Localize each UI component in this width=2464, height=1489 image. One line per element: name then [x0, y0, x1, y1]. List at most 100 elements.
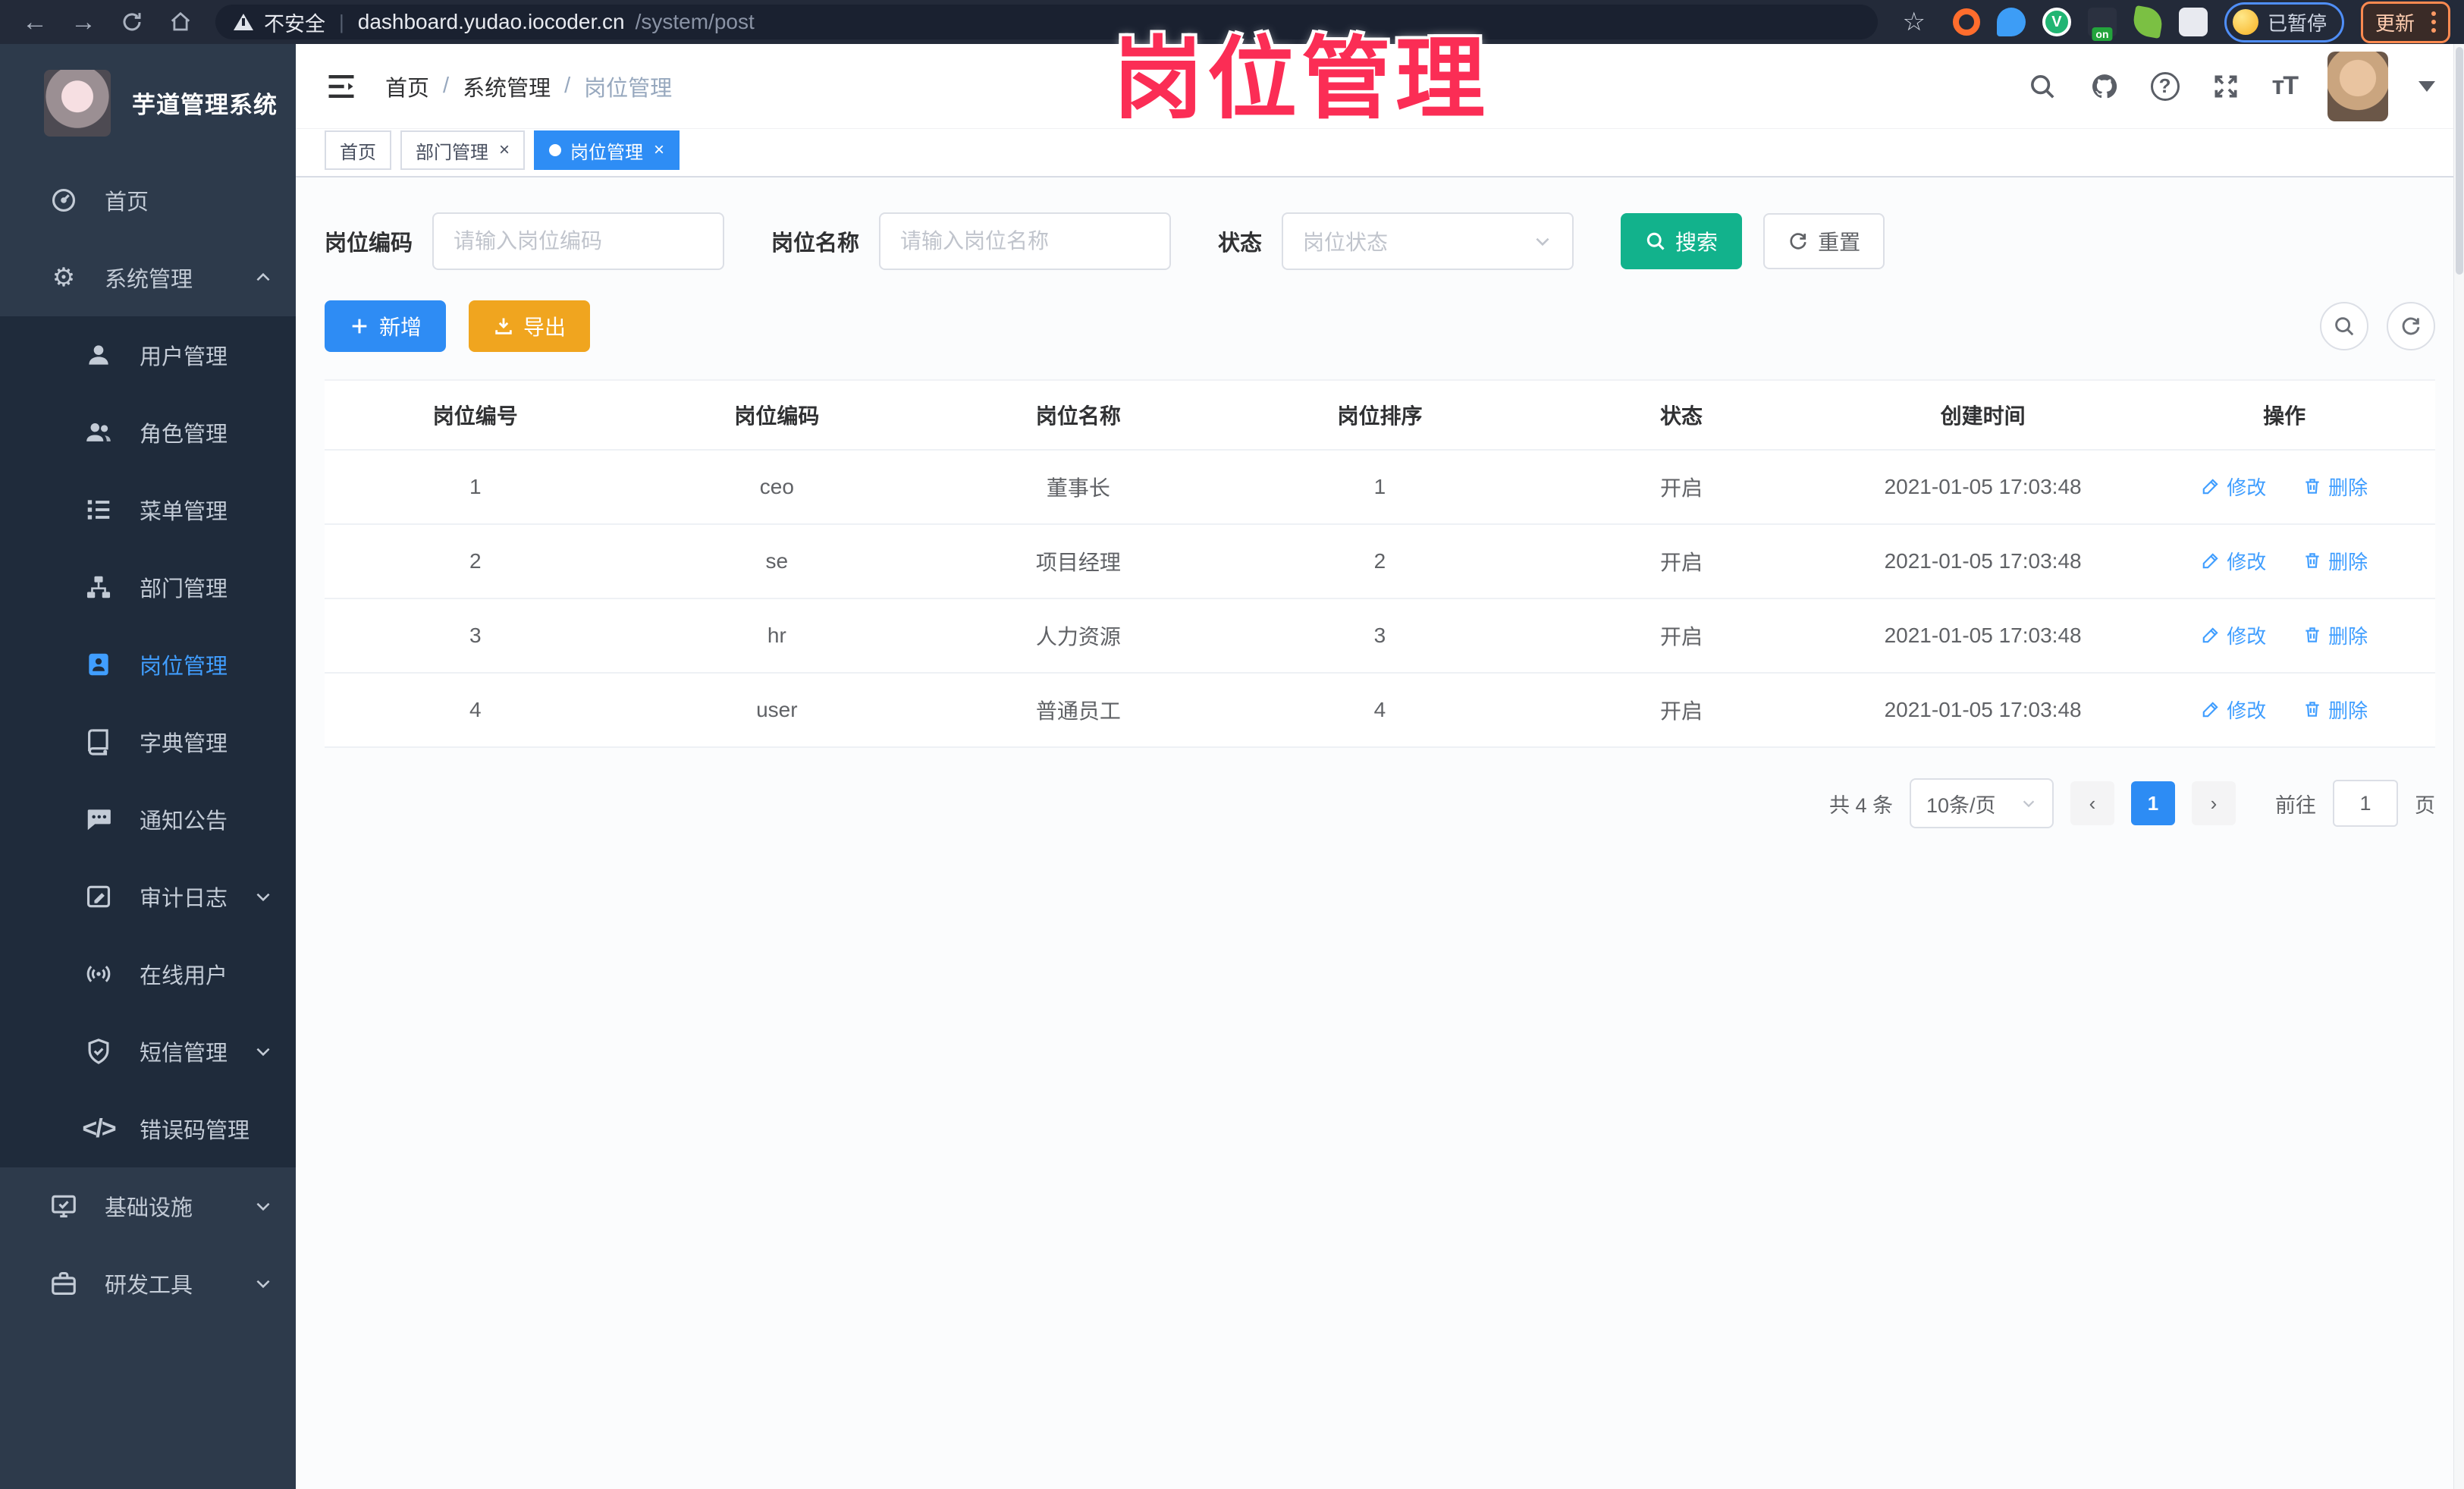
scrollbar[interactable]: [2453, 44, 2464, 1489]
sidebar-item-label: 字典管理: [140, 732, 228, 756]
extension-leaf-icon[interactable]: [2130, 5, 2164, 39]
users-icon: [83, 417, 114, 448]
help-icon[interactable]: ?: [2150, 71, 2180, 101]
sidebar-item-role-mgmt[interactable]: 角色管理: [0, 394, 296, 471]
font-size-icon[interactable]: ᴛT: [2272, 71, 2299, 101]
extension-vue-devtools-icon[interactable]: V: [2042, 8, 2071, 36]
trash-icon: [2305, 479, 2319, 494]
tab-label: 首页: [340, 142, 376, 163]
reload-icon[interactable]: [111, 5, 153, 39]
page-size-value: 10条/页: [1926, 793, 1996, 817]
sidebar-item-error-code[interactable]: </> 错误码管理: [0, 1090, 296, 1167]
cell-created: 2021-01-05 17:03:48: [1832, 598, 2134, 674]
show-search-circle-button[interactable]: [2320, 302, 2368, 350]
sidebar-item-notice[interactable]: 通知公告: [0, 781, 296, 858]
reset-button[interactable]: 重置: [1763, 213, 1885, 269]
sidebar-item-infrastructure[interactable]: 基础设施: [0, 1167, 296, 1245]
sidebar-item-sms-mgmt[interactable]: 短信管理: [0, 1013, 296, 1090]
refresh-circle-button[interactable]: [2387, 302, 2435, 350]
url-path[interactable]: /system/post: [636, 10, 755, 34]
extension-orange-ring-icon[interactable]: [1952, 8, 1980, 36]
sidebar-item-dev-tools[interactable]: 研发工具: [0, 1245, 296, 1322]
hamburger-icon[interactable]: [325, 70, 358, 103]
page-1-button[interactable]: 1: [2131, 781, 2175, 825]
bookmark-star-icon[interactable]: ☆: [1891, 7, 1935, 37]
user-avatar[interactable]: [2327, 51, 2388, 121]
delete-link[interactable]: 删除: [2302, 621, 2368, 649]
tags-view-bar: 首页 部门管理 × 岗位管理 ×: [296, 129, 2464, 177]
scrollbar-thumb[interactable]: [2455, 47, 2463, 275]
delete-link[interactable]: 删除: [2302, 696, 2368, 724]
goto-page-input[interactable]: [2333, 780, 2398, 827]
sidebar-item-label: 审计日志: [140, 887, 228, 911]
tab-dept-mgmt[interactable]: 部门管理 ×: [400, 130, 526, 170]
next-page-button[interactable]: ›: [2192, 781, 2236, 825]
org-tree-icon: [83, 572, 114, 602]
sidebar-item-online-users[interactable]: 在线用户: [0, 935, 296, 1013]
pagination: 共 4 条 10条/页 ‹ 1 › 前往 页: [325, 778, 2435, 828]
extension-on-badge: on: [2092, 27, 2113, 41]
shield-check-icon: [83, 1036, 114, 1066]
security-label[interactable]: 不安全: [264, 8, 325, 37]
browser-update-button[interactable]: 更新: [2360, 1, 2450, 43]
sidebar-item-dict-mgmt[interactable]: 字典管理: [0, 703, 296, 781]
sidebar-item-label: 研发工具: [105, 1274, 193, 1298]
sidebar-nav: 首页 ⚙ 系统管理 用户管理 角色管理 菜单管理 部门管理 岗位管理 字典管理 …: [0, 162, 296, 1489]
avatar-caret-icon[interactable]: [2418, 80, 2435, 92]
back-icon[interactable]: ←: [14, 5, 56, 39]
address-bar[interactable]: 不安全 | dashboard.yudao.iocoder.cn /system…: [215, 5, 1879, 39]
edit-link[interactable]: 修改: [2201, 621, 2266, 649]
sidebar-item-user-mgmt[interactable]: 用户管理: [0, 316, 296, 394]
page-size-select[interactable]: 10条/页: [1910, 778, 2054, 828]
edit-link[interactable]: 修改: [2201, 696, 2266, 724]
extensions-puzzle-icon[interactable]: [2178, 8, 2208, 36]
active-dot-icon: [549, 144, 562, 156]
delete-link[interactable]: 删除: [2302, 473, 2368, 501]
tab-post-mgmt[interactable]: 岗位管理 ×: [534, 130, 680, 170]
tab-home[interactable]: 首页: [325, 130, 391, 170]
edit-pencil-icon: [2202, 479, 2218, 495]
breadcrumb-system[interactable]: 系统管理: [463, 71, 551, 102]
url-host[interactable]: dashboard.yudao.iocoder.cn: [358, 10, 625, 34]
plus-icon: [352, 319, 367, 334]
delete-link[interactable]: 删除: [2302, 547, 2368, 575]
update-label: 更新: [2375, 11, 2415, 35]
extension-blue-pin-icon[interactable]: [1996, 8, 2026, 36]
export-button[interactable]: 导出: [469, 300, 591, 352]
browser-menu-icon[interactable]: [2427, 11, 2436, 33]
sidebar-item-menu-mgmt[interactable]: 菜单管理: [0, 471, 296, 548]
post-name-input[interactable]: [879, 212, 1172, 270]
status-select[interactable]: 岗位状态: [1282, 212, 1574, 270]
edit-link[interactable]: 修改: [2201, 473, 2266, 501]
post-code-input[interactable]: [432, 212, 725, 270]
sidebar-item-system-mgmt[interactable]: ⚙ 系统管理: [0, 239, 296, 316]
sidebar-item-home[interactable]: 首页: [0, 162, 296, 239]
sidebar-item-label: 基础设施: [105, 1196, 193, 1220]
search-button[interactable]: 搜索: [1621, 213, 1743, 269]
logo-image: [44, 69, 111, 137]
tab-close-icon[interactable]: ×: [652, 140, 664, 161]
tab-close-icon[interactable]: ×: [498, 140, 510, 161]
search-icon: [2335, 317, 2354, 336]
refresh-icon: [1790, 233, 1806, 250]
edit-link[interactable]: 修改: [2201, 547, 2266, 575]
fullscreen-icon[interactable]: [2210, 71, 2242, 102]
breadcrumb-home[interactable]: 首页: [385, 71, 429, 102]
chevron-down-icon: [256, 1202, 270, 1211]
extension-switch-icon[interactable]: on: [2087, 8, 2117, 41]
prev-page-button[interactable]: ‹: [2070, 781, 2114, 825]
profile-paused-chip[interactable]: 已暂停: [2224, 2, 2344, 42]
sidebar: 芋道管理系统 首页 ⚙ 系统管理 用户管理 角色管理 菜单管理 部门管理 岗位管…: [0, 44, 296, 1489]
add-button[interactable]: 新增: [325, 300, 447, 352]
forward-icon[interactable]: →: [62, 5, 105, 39]
table-row: 2 se 项目经理 2 开启 2021-01-05 17:03:48 修改 删除: [325, 524, 2435, 599]
cell-sort: 2: [1229, 524, 1531, 599]
search-icon[interactable]: [2026, 71, 2058, 102]
sidebar-item-post-mgmt[interactable]: 岗位管理: [0, 626, 296, 703]
app-logo[interactable]: 芋道管理系统: [0, 44, 296, 162]
github-icon[interactable]: [2089, 71, 2120, 102]
sidebar-item-audit-log[interactable]: 审计日志: [0, 858, 296, 935]
sidebar-item-dept-mgmt[interactable]: 部门管理: [0, 548, 296, 626]
home-icon[interactable]: [159, 5, 202, 39]
cell-status: 开启: [1530, 598, 1832, 674]
